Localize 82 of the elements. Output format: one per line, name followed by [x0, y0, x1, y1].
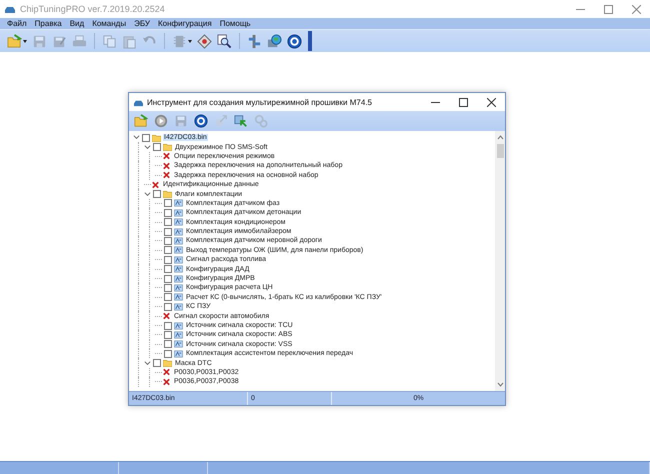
- cross-icon: [162, 378, 171, 386]
- search-icon: [217, 34, 232, 48]
- gears-icon: [254, 114, 268, 128]
- folder-icon: [163, 359, 172, 368]
- checkbox[interactable]: [153, 143, 161, 152]
- menu-item[interactable]: Конфигурация: [154, 19, 216, 28]
- help-icon: [194, 114, 208, 128]
- checkbox[interactable]: [164, 302, 172, 311]
- cross-icon: [162, 312, 171, 320]
- checkbox[interactable]: [164, 236, 172, 245]
- checkbox[interactable]: [164, 284, 172, 292]
- checkbox[interactable]: [164, 208, 172, 217]
- parameter-icon: [174, 284, 183, 292]
- checkbox[interactable]: [164, 218, 172, 226]
- checkbox[interactable]: [153, 359, 161, 368]
- scroll-thumb[interactable]: [496, 144, 504, 158]
- checkbox[interactable]: [153, 190, 161, 198]
- help-icon: [287, 34, 302, 48]
- scroll-up-icon[interactable]: [496, 134, 504, 141]
- play-icon: [154, 114, 168, 128]
- checkbox[interactable]: [164, 265, 172, 274]
- menu-item[interactable]: Правка: [30, 19, 66, 28]
- checkbox[interactable]: [164, 322, 172, 330]
- toolbar-button[interactable]: [266, 32, 283, 50]
- menu-item[interactable]: Файл: [3, 19, 31, 28]
- scrollbar[interactable]: [495, 131, 505, 391]
- checkbox[interactable]: [164, 256, 172, 264]
- caret-icon[interactable]: [23, 40, 27, 42]
- checkbox[interactable]: [142, 134, 150, 142]
- checkbox[interactable]: [164, 330, 172, 339]
- menu-item[interactable]: Команды: [88, 19, 130, 28]
- arrow-out-icon: [214, 114, 228, 128]
- toolbar-button[interactable]: [193, 112, 209, 130]
- tools-icon: [247, 34, 262, 48]
- globe-monitor-icon: [267, 34, 282, 48]
- parameter-icon: [174, 265, 183, 274]
- toolbar-button[interactable]: [286, 32, 303, 50]
- scroll-down-icon[interactable]: [496, 381, 504, 388]
- parameter-icon: [174, 208, 183, 217]
- checkbox[interactable]: [164, 199, 172, 208]
- cross-icon: [162, 152, 171, 160]
- car-icon: [133, 98, 144, 106]
- parameter-icon: [174, 293, 183, 302]
- diamond-icon: [197, 34, 212, 48]
- checkbox[interactable]: [164, 350, 172, 358]
- toolbar-button[interactable]: [216, 32, 233, 50]
- cross-icon: [151, 180, 160, 189]
- car-icon: [4, 4, 16, 14]
- folder-icon: [134, 114, 148, 128]
- parameter-icon: [174, 236, 183, 245]
- parameter-icon: [174, 340, 183, 348]
- parameter-icon: [174, 218, 183, 226]
- folder-icon: [163, 190, 172, 198]
- checkbox[interactable]: [164, 293, 172, 302]
- parameter-icon: [174, 330, 183, 339]
- maximize-icon[interactable]: [458, 98, 468, 106]
- cross-icon: [162, 171, 171, 180]
- folder-icon: [7, 34, 22, 48]
- printer-icon: [72, 34, 87, 48]
- checkbox[interactable]: [164, 228, 172, 236]
- paste-icon: [122, 34, 137, 48]
- parameter-icon: [174, 228, 183, 236]
- parameter-icon: [174, 199, 183, 208]
- dialog-title: Инструмент для создания мультирежимной прошивки M74.5: [147, 98, 373, 106]
- parameter-icon: [174, 256, 183, 264]
- checkbox[interactable]: [164, 246, 172, 254]
- menu-item[interactable]: ЭБУ: [130, 19, 154, 28]
- copy-icon: [102, 34, 117, 48]
- checkbox[interactable]: [164, 340, 172, 348]
- arrow-in-icon: [234, 114, 248, 128]
- parameter-icon: [174, 246, 183, 254]
- checkbox[interactable]: [164, 274, 172, 283]
- menu-item[interactable]: Вид: [66, 19, 88, 28]
- parameter-icon: [174, 302, 183, 311]
- menu-item[interactable]: Помощь: [216, 19, 255, 28]
- window-title: ChipTuningPRO ver.7.2019.20.2524: [20, 4, 166, 14]
- parameter-icon: [174, 350, 183, 358]
- cross-icon: [162, 162, 171, 170]
- cross-icon: [162, 368, 171, 376]
- parameter-icon: [174, 274, 183, 283]
- close-icon[interactable]: [486, 98, 496, 106]
- chip-icon: [172, 34, 187, 48]
